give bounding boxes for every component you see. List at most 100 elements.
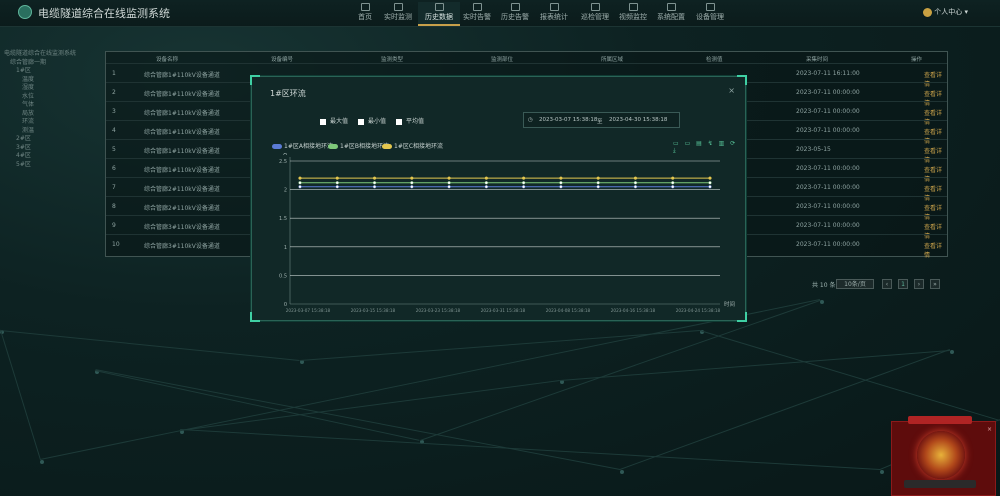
tree-node[interactable]: 3#区 [0, 142, 100, 151]
x-tick-label: 2023-03-15 15:38:18 [351, 308, 396, 313]
nav-tab-7[interactable]: 视频监控 [612, 2, 654, 26]
video-icon [628, 3, 638, 11]
data-point[interactable] [335, 181, 339, 185]
nav-tab-label: 报表统计 [540, 13, 568, 21]
data-point[interactable] [522, 176, 526, 180]
data-point[interactable] [522, 181, 526, 185]
data-point[interactable] [298, 176, 302, 180]
network-link [699, 330, 1000, 421]
app-root: 电缆隧道综合在线监测系统 首页 实时监测 历史数据 实时告警 历史告警 报表统计 巡检管理 视… [0, 0, 1000, 496]
legend-item[interactable]: 1#区A相接地环流 [272, 141, 333, 150]
view-detail-link[interactable]: 查看详情 [924, 241, 947, 259]
close-icon[interactable]: × [728, 86, 735, 95]
data-point[interactable] [447, 181, 451, 185]
tree-node[interactable]: 气体 [0, 99, 100, 108]
data-point[interactable] [484, 176, 488, 180]
nav-tab-label: 视频监控 [619, 13, 647, 21]
tree-node[interactable]: 5#区 [0, 159, 100, 168]
tree-node[interactable]: 综合管廊一期 [0, 57, 100, 66]
column-header[interactable]: 监测类型 [381, 55, 403, 63]
column-header[interactable]: 操作 [911, 55, 922, 63]
tree-node[interactable]: 2#区 [0, 133, 100, 142]
nav-tab-5[interactable]: 报表统计 [533, 2, 575, 26]
tree-node[interactable]: 温度 [0, 74, 100, 83]
data-point[interactable] [559, 176, 563, 180]
checkbox-max[interactable]: 最大值 [320, 116, 348, 125]
last-page-button[interactable]: » [930, 279, 940, 289]
column-header[interactable]: 设备名称 [156, 55, 178, 63]
column-header[interactable]: 监测部位 [491, 55, 513, 63]
column-header[interactable]: 检测值 [706, 55, 723, 63]
data-point[interactable] [596, 176, 600, 180]
data-point[interactable] [633, 176, 638, 180]
data-point[interactable] [708, 176, 712, 180]
column-header[interactable]: 设备编号 [271, 55, 293, 63]
data-point[interactable] [596, 181, 600, 185]
legend-label: 1#区A相接地环流 [284, 143, 333, 150]
tree-node[interactable]: 环流 [0, 116, 100, 125]
nav-tab-4[interactable]: 历史告警 [494, 2, 536, 26]
prev-page-button[interactable]: ‹ [882, 279, 892, 289]
data-point[interactable] [708, 185, 712, 189]
page-size-select[interactable]: 10条/页 [836, 279, 874, 289]
tree-node[interactable]: 水位 [0, 91, 100, 100]
data-point[interactable] [335, 185, 339, 189]
legend-item[interactable]: 1#区C相接地环流 [382, 141, 443, 150]
alarm-widget[interactable]: × [891, 416, 996, 496]
nav-tab-label: 历史数据 [425, 13, 453, 21]
data-point[interactable] [671, 185, 675, 189]
nav-tab-2[interactable]: 历史数据 [418, 2, 460, 26]
data-point[interactable] [633, 185, 638, 189]
data-point[interactable] [559, 185, 563, 189]
tree-node[interactable]: 1#区 [0, 65, 100, 74]
data-point[interactable] [298, 185, 302, 189]
data-point[interactable] [372, 185, 377, 189]
data-point[interactable] [596, 185, 600, 189]
date-range-picker[interactable]: ◷ 2023-03-07 15:38:18 至 2023-04-30 15:38… [523, 112, 680, 128]
tree-node[interactable]: 湿度 [0, 82, 100, 91]
row-index: 4 [112, 127, 116, 134]
x-tick-label: 2023-04-24 15:38:18 [676, 308, 721, 313]
tree-node[interactable]: 测温 [0, 125, 100, 134]
nav-tab-label: 巡检管理 [581, 13, 609, 21]
next-page-button[interactable]: › [914, 279, 924, 289]
nav-tab-8[interactable]: 系统配置 [650, 2, 692, 26]
page-number-button[interactable]: 1 [898, 279, 908, 289]
nav-tab-1[interactable]: 实时监测 [377, 2, 419, 26]
row-time: 2023-07-11 00:00:00 [796, 165, 860, 172]
data-point[interactable] [671, 176, 675, 180]
legend-item[interactable]: 1#区B相接地环流 [328, 141, 389, 150]
data-point[interactable] [372, 176, 377, 180]
nav-tab-9[interactable]: 设备管理 [689, 2, 731, 26]
data-point[interactable] [298, 181, 302, 185]
network-link [560, 350, 951, 381]
user-menu[interactable]: 个人中心 ▾ [923, 7, 968, 17]
data-point[interactable] [410, 181, 414, 185]
tree-node[interactable]: 局放 [0, 108, 100, 117]
data-point[interactable] [372, 181, 377, 185]
column-header[interactable]: 采集时间 [806, 55, 828, 63]
data-point[interactable] [633, 181, 638, 185]
tree-node[interactable]: 4#区 [0, 150, 100, 159]
data-point[interactable] [410, 176, 414, 180]
data-point[interactable] [335, 176, 339, 180]
data-point[interactable] [447, 185, 451, 189]
data-point[interactable] [559, 181, 563, 185]
tree-node-label: 4#区 [16, 152, 31, 159]
checkbox-min[interactable]: 最小值 [358, 116, 386, 125]
data-point[interactable] [484, 185, 488, 189]
data-point[interactable] [447, 176, 451, 180]
column-header[interactable]: 所属区域 [601, 55, 623, 63]
checkbox-avg[interactable]: 平均值 [396, 116, 424, 125]
row-name: 综合管廊3#110kV设备通道 [144, 224, 220, 231]
data-point[interactable] [671, 181, 675, 185]
data-point[interactable] [708, 181, 712, 185]
data-point[interactable] [522, 185, 526, 189]
data-point[interactable] [484, 181, 488, 185]
close-icon[interactable]: × [987, 426, 992, 433]
tree-node[interactable]: 电缆隧道综合在线监测系统 [0, 48, 100, 57]
nav-tab-6[interactable]: 巡检管理 [574, 2, 616, 26]
x-axis-label: 时间 [724, 300, 735, 308]
nav-tab-3[interactable]: 实时告警 [456, 2, 498, 26]
data-point[interactable] [410, 185, 414, 189]
